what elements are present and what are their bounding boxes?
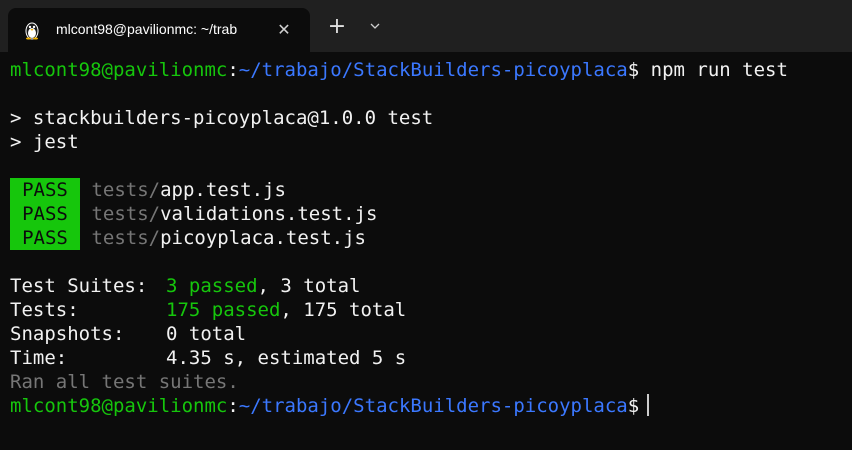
time-value: 4.35 s, estimated 5 s [166, 347, 407, 369]
command-line: mlcont98@pavilionmc:~/trabajo/StackBuild… [10, 58, 850, 82]
summary-tests: Tests: 175 passed, 175 total [10, 298, 850, 322]
prompt-path: ~/trabajo/StackBuilders-picoyplaca [238, 395, 628, 417]
test-dir: tests/ [91, 179, 161, 201]
close-icon[interactable]: ✕ [274, 20, 294, 40]
test-file: app.test.js [160, 179, 286, 201]
prompt-separator: : [227, 59, 239, 81]
prompt-user-host: mlcont98@pavilionmc [10, 395, 228, 417]
active-prompt-line[interactable]: mlcont98@pavilionmc:~/trabajo/StackBuild… [10, 394, 850, 418]
tests-total: , 175 total [280, 299, 407, 321]
title-bar: mlcont98@pavilionmc: ~/trab ✕ + [0, 0, 852, 52]
test-file: picoyplaca.test.js [160, 227, 366, 249]
plus-icon[interactable]: + [324, 14, 350, 40]
terminal-tab[interactable]: mlcont98@pavilionmc: ~/trab ✕ [8, 8, 310, 52]
chevron-down-icon[interactable] [364, 14, 386, 40]
prompt-user-host: mlcont98@pavilionmc [10, 59, 228, 81]
suites-total: , 3 total [257, 275, 361, 297]
npm-script-line: > stackbuilders-picoyplaca@1.0.0 test [10, 107, 434, 129]
tab-title: mlcont98@pavilionmc: ~/trab [56, 21, 238, 37]
pass-badge: PASS [10, 202, 80, 226]
summary-label: Snapshots: [10, 323, 125, 345]
test-result-row: PASS tests/app.test.js [10, 178, 850, 202]
npm-command-line: > jest [10, 131, 79, 153]
linux-penguin-icon [22, 20, 42, 40]
prompt-symbol: $ [627, 59, 640, 81]
pass-badge: PASS [10, 178, 80, 202]
summary-time: Time: 4.35 s, estimated 5 s [10, 346, 850, 370]
text-cursor [647, 394, 650, 416]
prompt-path: ~/trabajo/StackBuilders-picoyplaca [238, 59, 628, 81]
ran-all-message: Ran all test suites. [10, 371, 239, 393]
prompt-separator: : [227, 395, 239, 417]
suites-passed: 3 passed [166, 275, 258, 297]
test-result-row: PASS tests/picoyplaca.test.js [10, 226, 850, 250]
test-file: validations.test.js [160, 203, 378, 225]
pass-badge: PASS [10, 226, 80, 250]
summary-label: Time: [10, 347, 68, 369]
command-text: npm run test [639, 59, 788, 81]
prompt-symbol: $ [627, 395, 640, 417]
terminal-output[interactable]: mlcont98@pavilionmc:~/trabajo/StackBuild… [10, 58, 850, 448]
test-dir: tests/ [91, 227, 161, 249]
summary-snapshots: Snapshots: 0 total [10, 322, 850, 346]
tests-passed: 175 passed [166, 299, 281, 321]
summary-suites: Test Suites: 3 passed, 3 total [10, 274, 850, 298]
snapshots-value: 0 total [166, 323, 247, 345]
test-dir: tests/ [91, 203, 161, 225]
summary-label: Test Suites: [10, 275, 148, 297]
summary-label: Tests: [10, 299, 79, 321]
test-result-row: PASS tests/validations.test.js [10, 202, 850, 226]
